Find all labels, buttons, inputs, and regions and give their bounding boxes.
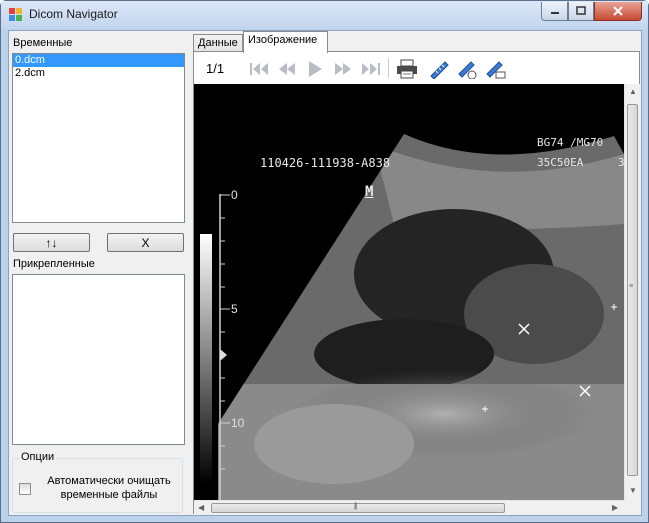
depth-scale-label: 0 <box>231 188 238 202</box>
ruler-remove-icon <box>486 61 506 79</box>
minimize-button[interactable] <box>541 2 568 21</box>
image-tab-page: 1/1 110426-111938-A838 BG74 /MG70 35C50E… <box>193 51 640 514</box>
minimize-icon <box>550 12 559 14</box>
app-icon <box>9 8 22 21</box>
window-title: Dicom Navigator <box>29 7 118 21</box>
previous-frame-button[interactable] <box>276 58 298 80</box>
image-info-line-2: 35C50EA <box>537 156 584 169</box>
first-frame-icon <box>250 63 268 75</box>
scrollbar-corner <box>624 500 640 514</box>
last-frame-button[interactable] <box>360 58 382 80</box>
title-bar: Dicom Navigator <box>1 1 648 29</box>
scroll-left-icon[interactable]: ◀ <box>198 503 204 512</box>
image-info-line-1: BG74 /MG70 <box>537 136 604 149</box>
ruler-button[interactable] <box>428 58 450 80</box>
ruler-icon <box>430 61 449 79</box>
printer-icon <box>397 59 417 79</box>
vertical-scroll-thumb[interactable]: ≡ <box>627 104 638 476</box>
maximize-icon <box>576 6 586 15</box>
orientation-marker: M <box>365 184 374 200</box>
fast-forward-icon <box>335 63 351 75</box>
rewind-icon <box>279 63 295 75</box>
auto-clean-checkbox[interactable] <box>19 483 31 495</box>
next-frame-button[interactable] <box>332 58 354 80</box>
list-item[interactable]: 2.dcm <box>13 67 184 80</box>
temp-files-list[interactable]: 0.dcm 2.dcm <box>12 53 185 223</box>
horizontal-scrollbar[interactable]: ◀ ||| ▶ <box>194 500 624 514</box>
first-frame-button[interactable] <box>248 58 270 80</box>
sort-button[interactable]: ↑↓ <box>13 233 90 252</box>
scroll-up-icon[interactable]: ▲ <box>629 87 637 96</box>
vertical-scrollbar[interactable]: ▲ ≡ ▼ <box>624 84 640 500</box>
close-icon <box>613 6 623 16</box>
toolbar-separator <box>388 58 389 78</box>
last-frame-icon <box>362 63 380 75</box>
maximize-button[interactable] <box>568 2 594 21</box>
pinned-files-label: Прикрепленные <box>13 258 95 270</box>
horizontal-scroll-thumb[interactable]: ||| <box>211 503 505 513</box>
remove-button[interactable]: X <box>107 233 184 252</box>
app-window: Dicom Navigator Временные 0.dcm 2.dcm ↑↓… <box>0 0 649 523</box>
patient-id-overlay: 110426-111938-A838 <box>260 156 391 170</box>
pinned-files-list[interactable] <box>12 274 185 445</box>
viewer-toolbar: 1/1 <box>194 52 639 84</box>
print-button[interactable] <box>396 58 418 80</box>
list-item[interactable]: 0.dcm <box>13 54 184 67</box>
depth-scale-label: 5 <box>231 302 238 316</box>
grip-icon: ||| <box>354 503 358 510</box>
play-button[interactable] <box>304 58 326 80</box>
tab-image[interactable]: Изображение <box>243 31 328 53</box>
options-group: Опции Автоматически очищать временные фа… <box>12 451 183 513</box>
page-counter: 1/1 <box>206 61 225 76</box>
options-label: Опции <box>19 451 57 463</box>
depth-scale-label: 10 <box>231 416 245 430</box>
dicom-image-viewer[interactable]: 110426-111938-A838 BG74 /MG70 35C50EA 3 … <box>194 84 624 500</box>
grip-icon: ≡ <box>629 283 633 290</box>
ruler-add-icon <box>458 61 477 79</box>
client-area: Временные 0.dcm 2.dcm ↑↓ X Прикрепленные… <box>8 30 642 516</box>
play-icon <box>309 61 322 77</box>
scroll-right-icon[interactable]: ▶ <box>612 503 618 512</box>
temp-files-label: Временные <box>13 37 73 49</box>
ruler-remove-button[interactable] <box>484 58 506 80</box>
auto-clean-label[interactable]: Автоматически очищать временные файлы <box>37 474 181 502</box>
scroll-down-icon[interactable]: ▼ <box>629 486 637 495</box>
tab-data[interactable]: Данные <box>193 34 243 52</box>
ruler-add-button[interactable] <box>456 58 478 80</box>
close-button[interactable] <box>594 2 642 21</box>
